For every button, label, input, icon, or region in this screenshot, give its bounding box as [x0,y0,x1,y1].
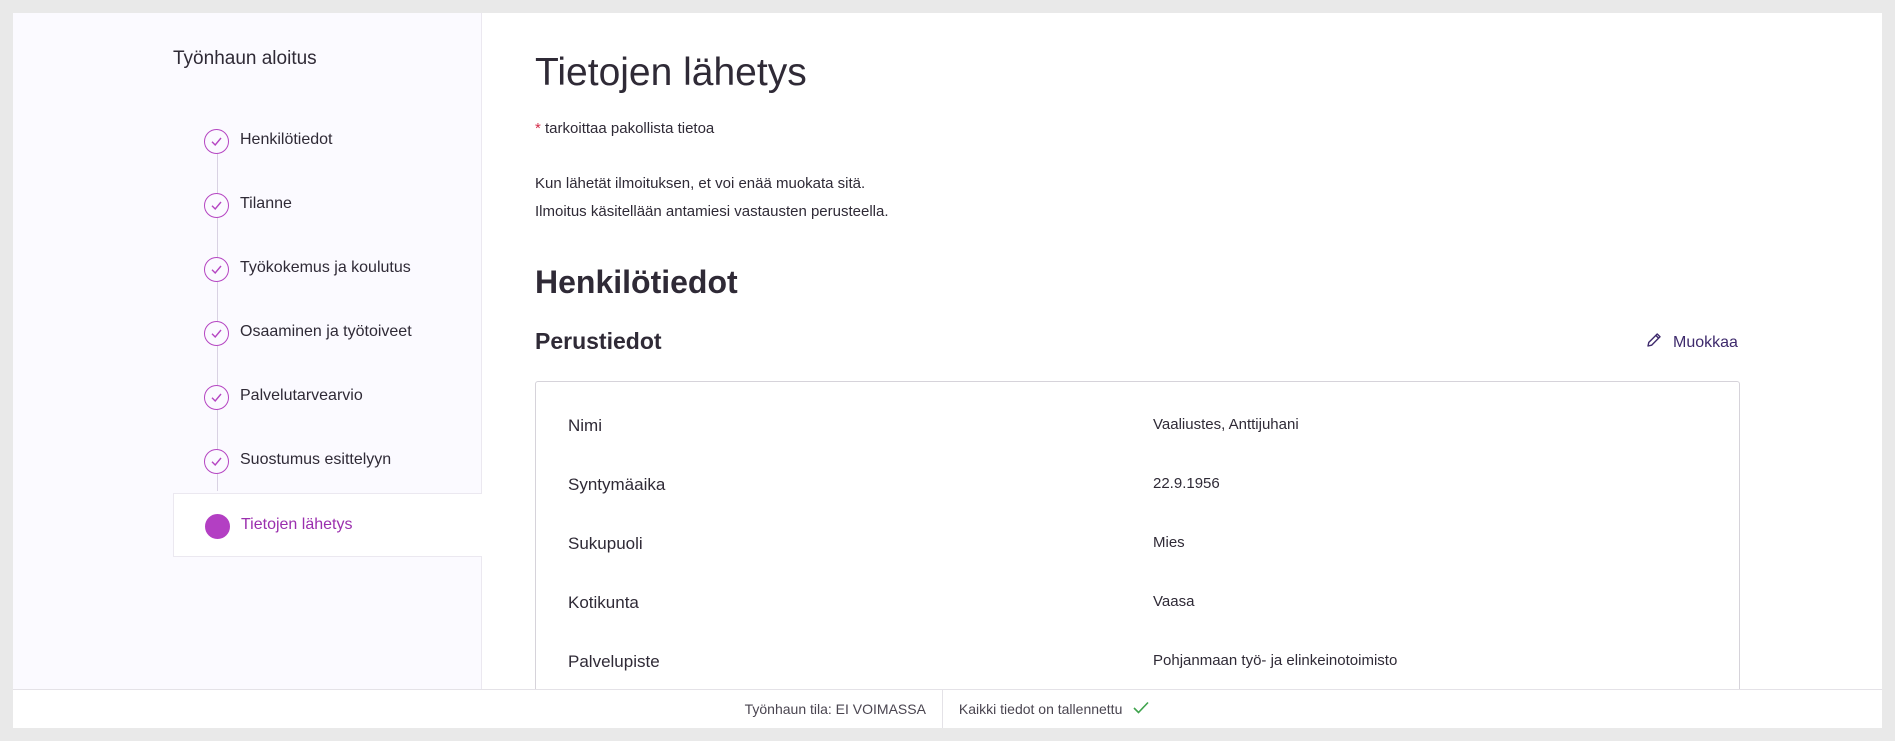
field-label: Sukupuoli [568,534,643,553]
pencil-icon [1645,331,1663,354]
step-tietojen-lahetys[interactable]: Tietojen lähetys [173,493,482,557]
step-henkilotiedot[interactable]: Henkilötiedot [173,109,482,173]
field-value: Pohjanmaan työ- ja elinkeinotoimisto [1153,652,1398,669]
status-footer: Työnhaun tila: EI VOIMASSA Kaikki tiedot… [13,689,1882,728]
check-icon [204,385,229,410]
info-line: Ilmoitus käsitellään antamiesi vastauste… [535,203,889,220]
sidebar-title: Työnhaun aloitus [173,48,317,69]
save-status-text: Kaikki tiedot on tallennettu [958,701,1123,717]
step-osaaminen[interactable]: Osaaminen ja työtoiveet [173,301,482,365]
required-note: * tarkoittaa pakollista tietoa [535,120,714,137]
check-icon [204,129,229,154]
edit-button[interactable]: Muokkaa [1645,331,1738,354]
field-value: Vaasa [1153,593,1195,610]
field-row-syntymaaika: Syntymäaika 22.9.1956 [568,475,1708,505]
step-list: Henkilötiedot Tilanne Työkokemus ja koul… [173,109,482,557]
step-label: Suostumus esittelyyn [240,451,392,468]
step-suostumus[interactable]: Suostumus esittelyyn [173,429,482,493]
active-step-dot-icon [205,514,230,539]
step-label: Tietojen lähetys [241,516,353,533]
job-search-status: Työnhaun tila: EI VOIMASSA [744,701,926,717]
footer-divider [941,689,943,728]
step-label: Osaaminen ja työtoiveet [240,323,412,340]
app-frame: Työnhaun aloitus Henkilötiedot Tilanne T… [13,13,1882,728]
step-tyokokemus[interactable]: Työkokemus ja koulutus [173,237,482,301]
check-icon [204,449,229,474]
step-tilanne[interactable]: Tilanne [173,173,482,237]
step-label: Tilanne [240,195,292,212]
step-label: Henkilötiedot [240,131,333,148]
field-label: Syntymäaika [568,475,666,494]
edit-label: Muokkaa [1673,333,1738,351]
main-content: Tietojen lähetys * tarkoittaa pakollista… [523,13,1743,728]
basic-info-card: Nimi Vaaliustes, Anttijuhani Syntymäaika… [535,381,1740,728]
step-palvelutarvearvio[interactable]: Palvelutarvearvio [173,365,482,429]
info-text: Kun lähetät ilmoituksen, et voi enää muo… [535,170,889,226]
check-icon [1132,700,1150,718]
field-row-palvelupiste: Palvelupiste Pohjanmaan työ- ja elinkein… [568,652,1708,682]
section-title: Henkilötiedot [535,264,738,300]
page-title: Tietojen lähetys [535,51,807,94]
field-label: Palvelupiste [568,652,660,671]
field-label: Nimi [568,416,602,435]
required-text: tarkoittaa pakollista tietoa [540,120,715,137]
check-icon [204,193,229,218]
field-value: Vaaliustes, Anttijuhani [1153,416,1299,433]
field-value: Mies [1153,534,1185,551]
field-value: 22.9.1956 [1153,475,1220,492]
info-line: Kun lähetät ilmoituksen, et voi enää muo… [535,175,866,192]
subsection-title: Perustiedot [535,328,662,354]
save-status: Kaikki tiedot on tallennettu [959,700,1150,718]
field-row-sukupuoli: Sukupuoli Mies [568,534,1708,564]
step-label: Palvelutarvearvio [240,387,363,404]
step-label: Työkokemus ja koulutus [240,259,411,276]
sidebar: Työnhaun aloitus Henkilötiedot Tilanne T… [13,13,482,728]
field-row-kotikunta: Kotikunta Vaasa [568,593,1708,623]
field-label: Kotikunta [568,593,639,612]
check-icon [204,321,229,346]
field-row-nimi: Nimi Vaaliustes, Anttijuhani [568,416,1708,446]
check-icon [204,257,229,282]
